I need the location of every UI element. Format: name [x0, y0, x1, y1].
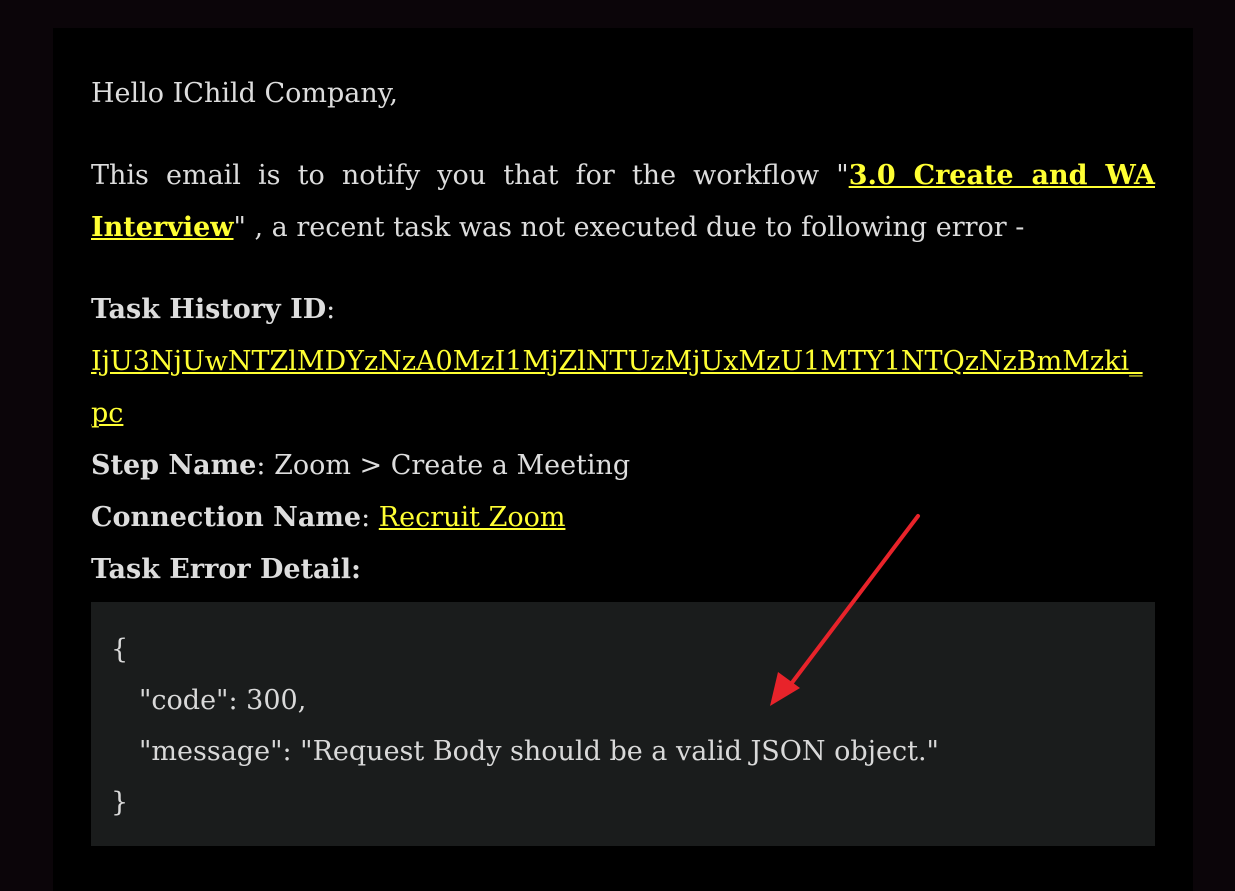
- task-history-id-link[interactable]: IjU3NjUwNTZlMDYzNzA0MzI1MjZlNTUzMjUxMzU1…: [91, 346, 1143, 429]
- connection-link[interactable]: Recruit Zoom: [379, 502, 566, 533]
- task-history-label: Task History ID: [91, 294, 327, 325]
- error-detail-label: Task Error Detail:: [91, 554, 362, 585]
- notify-suffix: " , a recent task was not executed due t…: [233, 212, 1025, 243]
- notify-prefix: This email is to notify you that for the…: [91, 160, 849, 191]
- error-code-block: { "code": 300, "message": "Request Body …: [91, 602, 1155, 846]
- task-history-row: Task History ID:: [91, 284, 1155, 336]
- connection-name-label: Connection Name: [91, 502, 362, 533]
- greeting: Hello IChild Company,: [91, 78, 399, 109]
- notify-paragraph: This email is to notify you that for the…: [91, 150, 1155, 254]
- connection-name-row: Connection Name: Recruit Zoom: [91, 492, 1155, 544]
- json-open-brace: {: [111, 634, 129, 665]
- separator: :: [361, 502, 371, 533]
- task-history-id-row: IjU3NjUwNTZlMDYzNzA0MzI1MjZlNTUzMjUxMzU1…: [91, 336, 1155, 440]
- email-body: Hello IChild Company, This email is to n…: [53, 28, 1193, 891]
- email-content: Hello IChild Company, This email is to n…: [91, 68, 1155, 846]
- json-close-brace: }: [111, 787, 129, 818]
- step-name-row: Step Name: Zoom > Create a Meeting: [91, 440, 1155, 492]
- error-detail-row: Task Error Detail:: [91, 544, 1155, 596]
- step-name-label: Step Name: [91, 450, 257, 481]
- separator: :: [326, 294, 336, 325]
- step-name-value: Zoom > Create a Meeting: [274, 450, 631, 481]
- json-message-line: "message": "Request Body should be a val…: [139, 736, 939, 767]
- separator: :: [256, 450, 266, 481]
- json-code-line: "code": 300,: [139, 685, 307, 716]
